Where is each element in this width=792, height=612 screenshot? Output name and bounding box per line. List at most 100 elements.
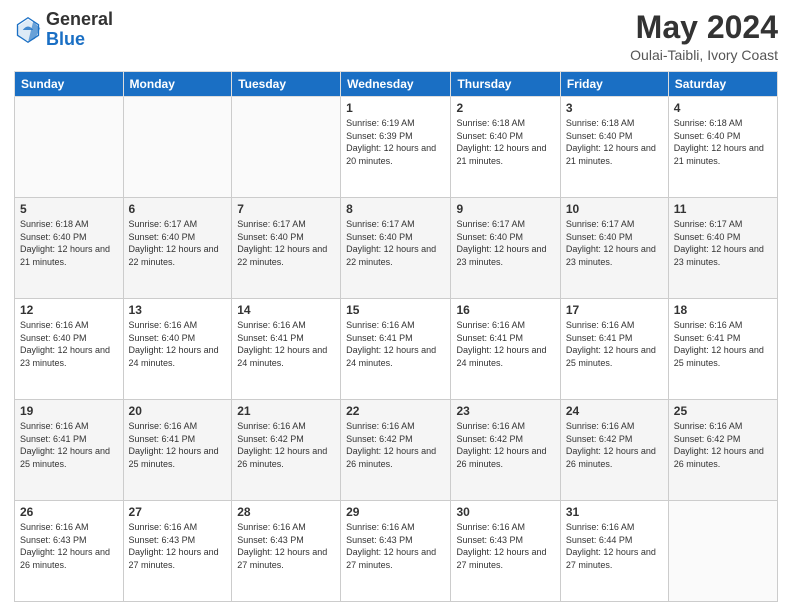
week-row-3: 12 Sunrise: 6:16 AMSunset: 6:40 PMDayligh… [15, 299, 778, 400]
logo-general-text: General [46, 9, 113, 29]
day-info: Sunrise: 6:16 AMSunset: 6:41 PMDaylight:… [566, 319, 663, 369]
day-number: 7 [237, 202, 335, 216]
day-cell: 18 Sunrise: 6:16 AMSunset: 6:41 PMDayligh… [668, 299, 777, 400]
day-cell: 30 Sunrise: 6:16 AMSunset: 6:43 PMDayligh… [451, 501, 560, 602]
day-number: 17 [566, 303, 663, 317]
weekday-header-tuesday: Tuesday [232, 72, 341, 97]
day-number: 29 [346, 505, 445, 519]
day-info: Sunrise: 6:16 AMSunset: 6:40 PMDaylight:… [20, 319, 118, 369]
weekday-header-row: SundayMondayTuesdayWednesdayThursdayFrid… [15, 72, 778, 97]
day-cell: 24Sunrise: 6:16 AMSunset: 6:42 PMDayligh… [560, 400, 668, 501]
day-info: Sunrise: 6:16 AMSunset: 6:42 PMDaylight:… [237, 420, 335, 470]
day-cell: 29 Sunrise: 6:16 AMSunset: 6:43 PMDayligh… [341, 501, 451, 602]
day-number: 18 [674, 303, 772, 317]
day-info: Sunrise: 6:16 AMSunset: 6:41 PMDaylight:… [129, 420, 227, 470]
weekday-header-thursday: Thursday [451, 72, 560, 97]
day-info: Sunrise: 6:17 AMSunset: 6:40 PMDaylight:… [237, 218, 335, 268]
day-number: 30 [456, 505, 554, 519]
day-cell: 28 Sunrise: 6:16 AMSunset: 6:43 PMDayligh… [232, 501, 341, 602]
day-info: Sunrise: 6:16 AMSunset: 6:44 PMDaylight:… [566, 521, 663, 571]
day-info: Sunrise: 6:16 AMSunset: 6:41 PMDaylight:… [20, 420, 118, 470]
day-cell: 31Sunrise: 6:16 AMSunset: 6:44 PMDayligh… [560, 501, 668, 602]
day-number: 25 [674, 404, 772, 418]
day-info: Sunrise: 6:19 AMSunset: 6:39 PMDaylight:… [346, 117, 445, 167]
day-cell: 9 Sunrise: 6:17 AMSunset: 6:40 PMDaylight… [451, 198, 560, 299]
day-info: Sunrise: 6:16 AMSunset: 6:43 PMDaylight:… [129, 521, 227, 571]
day-info: Sunrise: 6:16 AMSunset: 6:40 PMDaylight:… [129, 319, 227, 369]
day-info: Sunrise: 6:17 AMSunset: 6:40 PMDaylight:… [129, 218, 227, 268]
day-number: 10 [566, 202, 663, 216]
day-number: 21 [237, 404, 335, 418]
day-number: 12 [20, 303, 118, 317]
day-info: Sunrise: 6:16 AMSunset: 6:43 PMDaylight:… [346, 521, 445, 571]
day-cell: 10 Sunrise: 6:17 AMSunset: 6:40 PMDayligh… [560, 198, 668, 299]
day-info: Sunrise: 6:18 AMSunset: 6:40 PMDaylight:… [674, 117, 772, 167]
day-number: 19 [20, 404, 118, 418]
location: Oulai-Taibli, Ivory Coast [630, 47, 778, 63]
day-info: Sunrise: 6:16 AMSunset: 6:41 PMDaylight:… [456, 319, 554, 369]
day-number: 20 [129, 404, 227, 418]
day-info: Sunrise: 6:18 AMSunset: 6:40 PMDaylight:… [456, 117, 554, 167]
day-cell: 22Sunrise: 6:16 AMSunset: 6:42 PMDayligh… [341, 400, 451, 501]
weekday-header-saturday: Saturday [668, 72, 777, 97]
day-cell: 17 Sunrise: 6:16 AMSunset: 6:41 PMDayligh… [560, 299, 668, 400]
day-cell: 2 Sunrise: 6:18 AMSunset: 6:40 PMDaylight… [451, 97, 560, 198]
day-info: Sunrise: 6:17 AMSunset: 6:40 PMDaylight:… [456, 218, 554, 268]
day-cell [668, 501, 777, 602]
day-info: Sunrise: 6:16 AMSunset: 6:43 PMDaylight:… [20, 521, 118, 571]
day-cell: 5 Sunrise: 6:18 AMSunset: 6:40 PMDaylight… [15, 198, 124, 299]
day-number: 26 [20, 505, 118, 519]
day-cell [15, 97, 124, 198]
page: General Blue May 2024 Oulai-Taibli, Ivor… [0, 0, 792, 612]
day-cell: 20 Sunrise: 6:16 AMSunset: 6:41 PMDayligh… [123, 400, 232, 501]
day-cell: 16 Sunrise: 6:16 AMSunset: 6:41 PMDayligh… [451, 299, 560, 400]
day-cell [232, 97, 341, 198]
day-number: 3 [566, 101, 663, 115]
weekday-header-wednesday: Wednesday [341, 72, 451, 97]
month-title: May 2024 [630, 10, 778, 45]
day-number: 8 [346, 202, 445, 216]
day-cell: 11Sunrise: 6:17 AMSunset: 6:40 PMDayligh… [668, 198, 777, 299]
day-number: 14 [237, 303, 335, 317]
day-info: Sunrise: 6:16 AMSunset: 6:41 PMDaylight:… [674, 319, 772, 369]
day-cell: 13 Sunrise: 6:16 AMSunset: 6:40 PMDayligh… [123, 299, 232, 400]
day-number: 2 [456, 101, 554, 115]
day-number: 28 [237, 505, 335, 519]
calendar: SundayMondayTuesdayWednesdayThursdayFrid… [14, 71, 778, 602]
logo: General Blue [14, 10, 113, 50]
day-info: Sunrise: 6:17 AMSunset: 6:40 PMDaylight:… [566, 218, 663, 268]
day-info: Sunrise: 6:17 AMSunset: 6:40 PMDaylight:… [674, 218, 772, 268]
day-number: 27 [129, 505, 227, 519]
day-number: 9 [456, 202, 554, 216]
day-cell: 25Sunrise: 6:16 AMSunset: 6:42 PMDayligh… [668, 400, 777, 501]
day-info: Sunrise: 6:16 AMSunset: 6:43 PMDaylight:… [456, 521, 554, 571]
day-info: Sunrise: 6:18 AMSunset: 6:40 PMDaylight:… [566, 117, 663, 167]
day-cell: 14 Sunrise: 6:16 AMSunset: 6:41 PMDayligh… [232, 299, 341, 400]
day-number: 23 [456, 404, 554, 418]
day-info: Sunrise: 6:16 AMSunset: 6:43 PMDaylight:… [237, 521, 335, 571]
day-cell: 1 Sunrise: 6:19 AMSunset: 6:39 PMDaylight… [341, 97, 451, 198]
day-number: 16 [456, 303, 554, 317]
day-cell: 6 Sunrise: 6:17 AMSunset: 6:40 PMDaylight… [123, 198, 232, 299]
day-number: 13 [129, 303, 227, 317]
day-cell: 12 Sunrise: 6:16 AMSunset: 6:40 PMDayligh… [15, 299, 124, 400]
title-block: May 2024 Oulai-Taibli, Ivory Coast [630, 10, 778, 63]
day-info: Sunrise: 6:16 AMSunset: 6:42 PMDaylight:… [346, 420, 445, 470]
day-number: 5 [20, 202, 118, 216]
day-cell: 27 Sunrise: 6:16 AMSunset: 6:43 PMDayligh… [123, 501, 232, 602]
day-info: Sunrise: 6:17 AMSunset: 6:40 PMDaylight:… [346, 218, 445, 268]
day-cell: 8 Sunrise: 6:17 AMSunset: 6:40 PMDaylight… [341, 198, 451, 299]
logo-icon [14, 16, 42, 44]
day-info: Sunrise: 6:16 AMSunset: 6:41 PMDaylight:… [237, 319, 335, 369]
day-number: 1 [346, 101, 445, 115]
day-info: Sunrise: 6:18 AMSunset: 6:40 PMDaylight:… [20, 218, 118, 268]
day-info: Sunrise: 6:16 AMSunset: 6:41 PMDaylight:… [346, 319, 445, 369]
day-info: Sunrise: 6:16 AMSunset: 6:42 PMDaylight:… [456, 420, 554, 470]
weekday-header-monday: Monday [123, 72, 232, 97]
weekday-header-friday: Friday [560, 72, 668, 97]
day-cell: 19 Sunrise: 6:16 AMSunset: 6:41 PMDayligh… [15, 400, 124, 501]
week-row-4: 19 Sunrise: 6:16 AMSunset: 6:41 PMDayligh… [15, 400, 778, 501]
week-row-1: 1 Sunrise: 6:19 AMSunset: 6:39 PMDaylight… [15, 97, 778, 198]
day-cell: 23 Sunrise: 6:16 AMSunset: 6:42 PMDayligh… [451, 400, 560, 501]
day-number: 6 [129, 202, 227, 216]
